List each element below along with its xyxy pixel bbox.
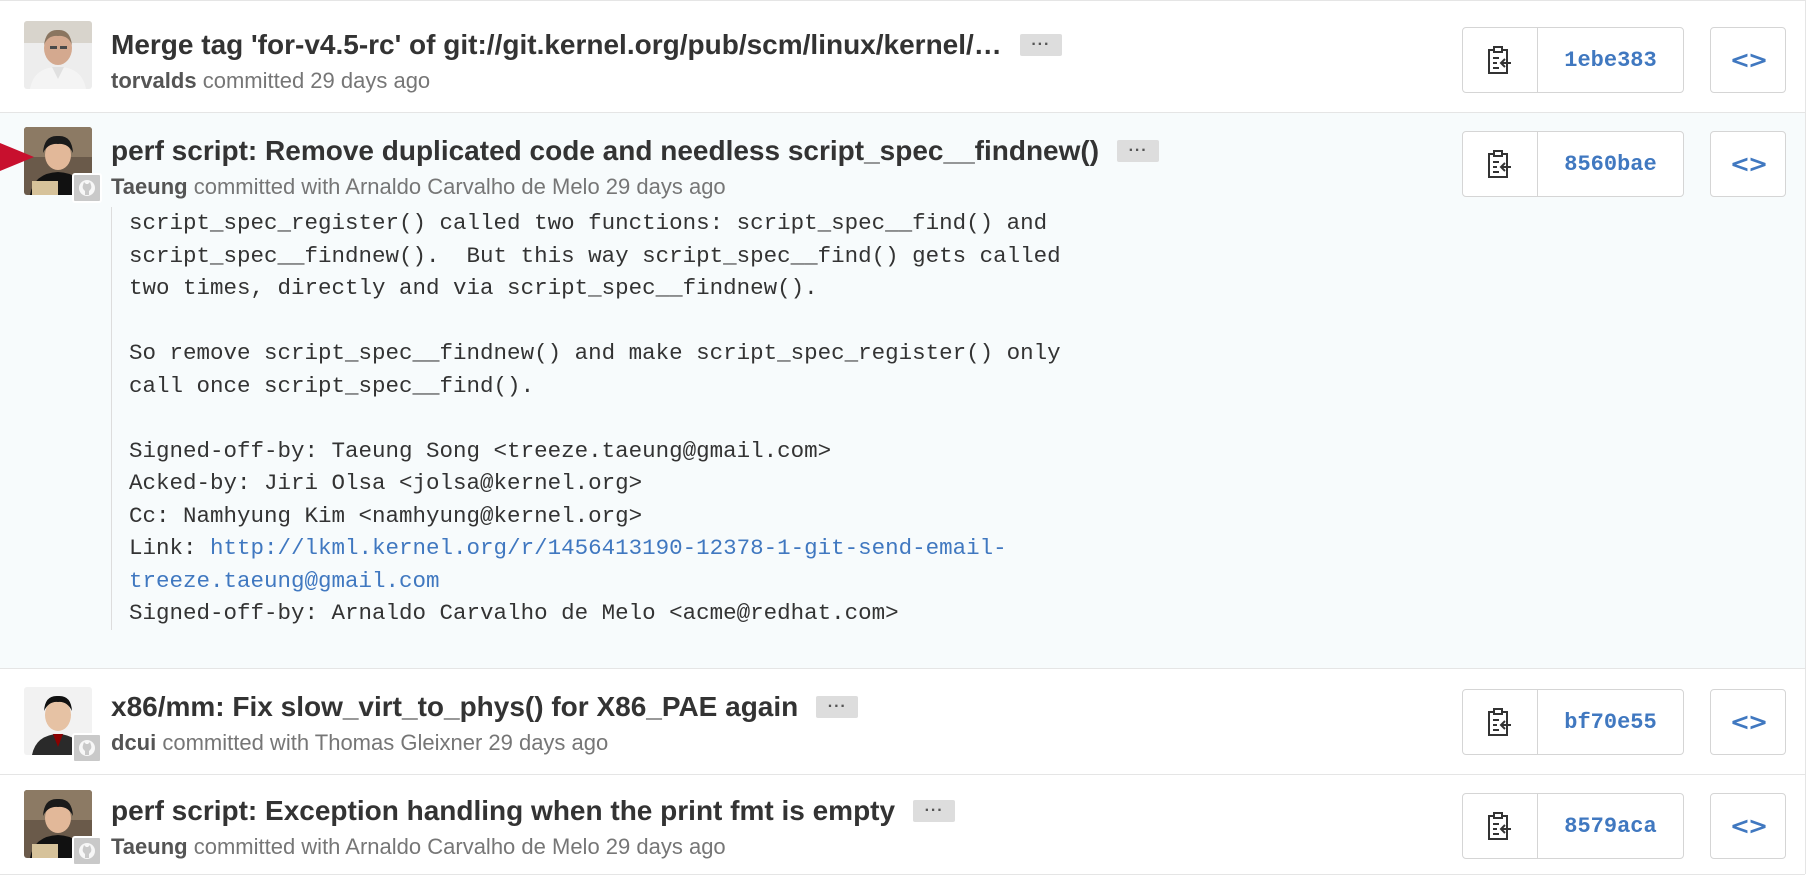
- code-icon: <>: [1729, 708, 1768, 736]
- arrow-marker: [0, 143, 34, 171]
- clipboard-icon: [1488, 708, 1511, 736]
- commit-title-row: perf script: Remove duplicated code and …: [111, 135, 1160, 167]
- copy-sha-button[interactable]: [1463, 794, 1538, 858]
- commit-sha-link[interactable]: 8579aca: [1538, 794, 1683, 858]
- expand-description-button[interactable]: ···: [816, 696, 859, 718]
- github-icon: [72, 836, 102, 866]
- commit-title-row: perf script: Exception handling when the…: [111, 795, 956, 827]
- expand-description-button[interactable]: ···: [1117, 140, 1160, 162]
- commit-meta: Taeung committed with Arnaldo Carvalho d…: [111, 834, 726, 860]
- commit-title-row: x86/mm: Fix slow_virt_to_phys() for X86_…: [111, 691, 859, 723]
- clipboard-icon: [1488, 812, 1511, 840]
- browse-files-button[interactable]: <>: [1710, 689, 1786, 755]
- code-icon: <>: [1729, 150, 1768, 178]
- commit-item: x86/mm: Fix slow_virt_to_phys() for X86_…: [0, 669, 1805, 775]
- copy-sha-button[interactable]: [1463, 132, 1538, 196]
- browse-files-button[interactable]: <>: [1710, 27, 1786, 93]
- sha-button-group: 8579aca: [1462, 793, 1684, 859]
- commit-title-link[interactable]: x86/mm: Fix slow_virt_to_phys() for X86_…: [111, 691, 798, 723]
- commit-meta-text: committed with Arnaldo Carvalho de Melo …: [187, 174, 726, 199]
- commit-title-link[interactable]: perf script: Exception handling when the…: [111, 795, 895, 827]
- clipboard-icon: [1488, 46, 1511, 74]
- commit-author[interactable]: Taeung: [111, 834, 188, 859]
- commit-author[interactable]: torvalds: [111, 68, 197, 93]
- commit-sha-link[interactable]: bf70e55: [1538, 690, 1683, 754]
- avatar-wrap: [24, 687, 102, 763]
- commit-meta: dcui committed with Thomas Gleixner 29 d…: [111, 730, 608, 756]
- commit-title-link[interactable]: perf script: Remove duplicated code and …: [111, 135, 1099, 167]
- description-text: Signed-off-by: Arnaldo Carvalho de Melo …: [129, 600, 899, 626]
- commit-item: perf script: Remove duplicated code and …: [0, 113, 1805, 669]
- avatar[interactable]: [24, 21, 92, 89]
- expand-description-button[interactable]: ···: [913, 800, 956, 822]
- commit-sha-link[interactable]: 8560bae: [1538, 132, 1683, 196]
- avatar-wrap: [24, 127, 102, 203]
- code-icon: <>: [1729, 812, 1768, 840]
- sha-button-group: 1ebe383: [1462, 27, 1684, 93]
- commit-meta: torvalds committed 29 days ago: [111, 68, 430, 94]
- expand-description-button[interactable]: ···: [1019, 34, 1062, 56]
- commit-item: perf script: Exception handling when the…: [0, 775, 1805, 875]
- github-icon: [72, 733, 102, 763]
- browse-files-button[interactable]: <>: [1710, 131, 1786, 197]
- code-icon: <>: [1729, 46, 1768, 74]
- commit-author[interactable]: dcui: [111, 730, 156, 755]
- commit-list: Merge tag 'for-v4.5-rc' of git://git.ker…: [0, 0, 1806, 875]
- browse-files-button[interactable]: <>: [1710, 793, 1786, 859]
- commit-meta-text: committed 29 days ago: [196, 68, 431, 93]
- clipboard-icon: [1488, 150, 1511, 178]
- commit-author[interactable]: Taeung: [111, 174, 188, 199]
- commit-title-row: Merge tag 'for-v4.5-rc' of git://git.ker…: [111, 29, 1062, 61]
- commit-title-link[interactable]: Merge tag 'for-v4.5-rc' of git://git.ker…: [111, 29, 1002, 61]
- commit-meta-text: committed with Thomas Gleixner 29 days a…: [156, 730, 609, 755]
- commit-sha-link[interactable]: 1ebe383: [1538, 28, 1683, 92]
- copy-sha-button[interactable]: [1463, 690, 1538, 754]
- github-icon: [72, 173, 102, 203]
- commit-meta-text: committed with Arnaldo Carvalho de Melo …: [187, 834, 726, 859]
- commit-meta: Taeung committed with Arnaldo Carvalho d…: [111, 174, 726, 200]
- avatar-wrap: [24, 21, 94, 91]
- description-text: script_spec_register() called two functi…: [129, 210, 1061, 561]
- description-link[interactable]: http://lkml.kernel.org/r/1456413190-1237…: [129, 535, 1007, 594]
- copy-sha-button[interactable]: [1463, 28, 1538, 92]
- commit-description: script_spec_register() called two functi…: [111, 207, 1061, 630]
- sha-button-group: 8560bae: [1462, 131, 1684, 197]
- commit-item: Merge tag 'for-v4.5-rc' of git://git.ker…: [0, 0, 1805, 113]
- sha-button-group: bf70e55: [1462, 689, 1684, 755]
- avatar-wrap: [24, 790, 102, 866]
